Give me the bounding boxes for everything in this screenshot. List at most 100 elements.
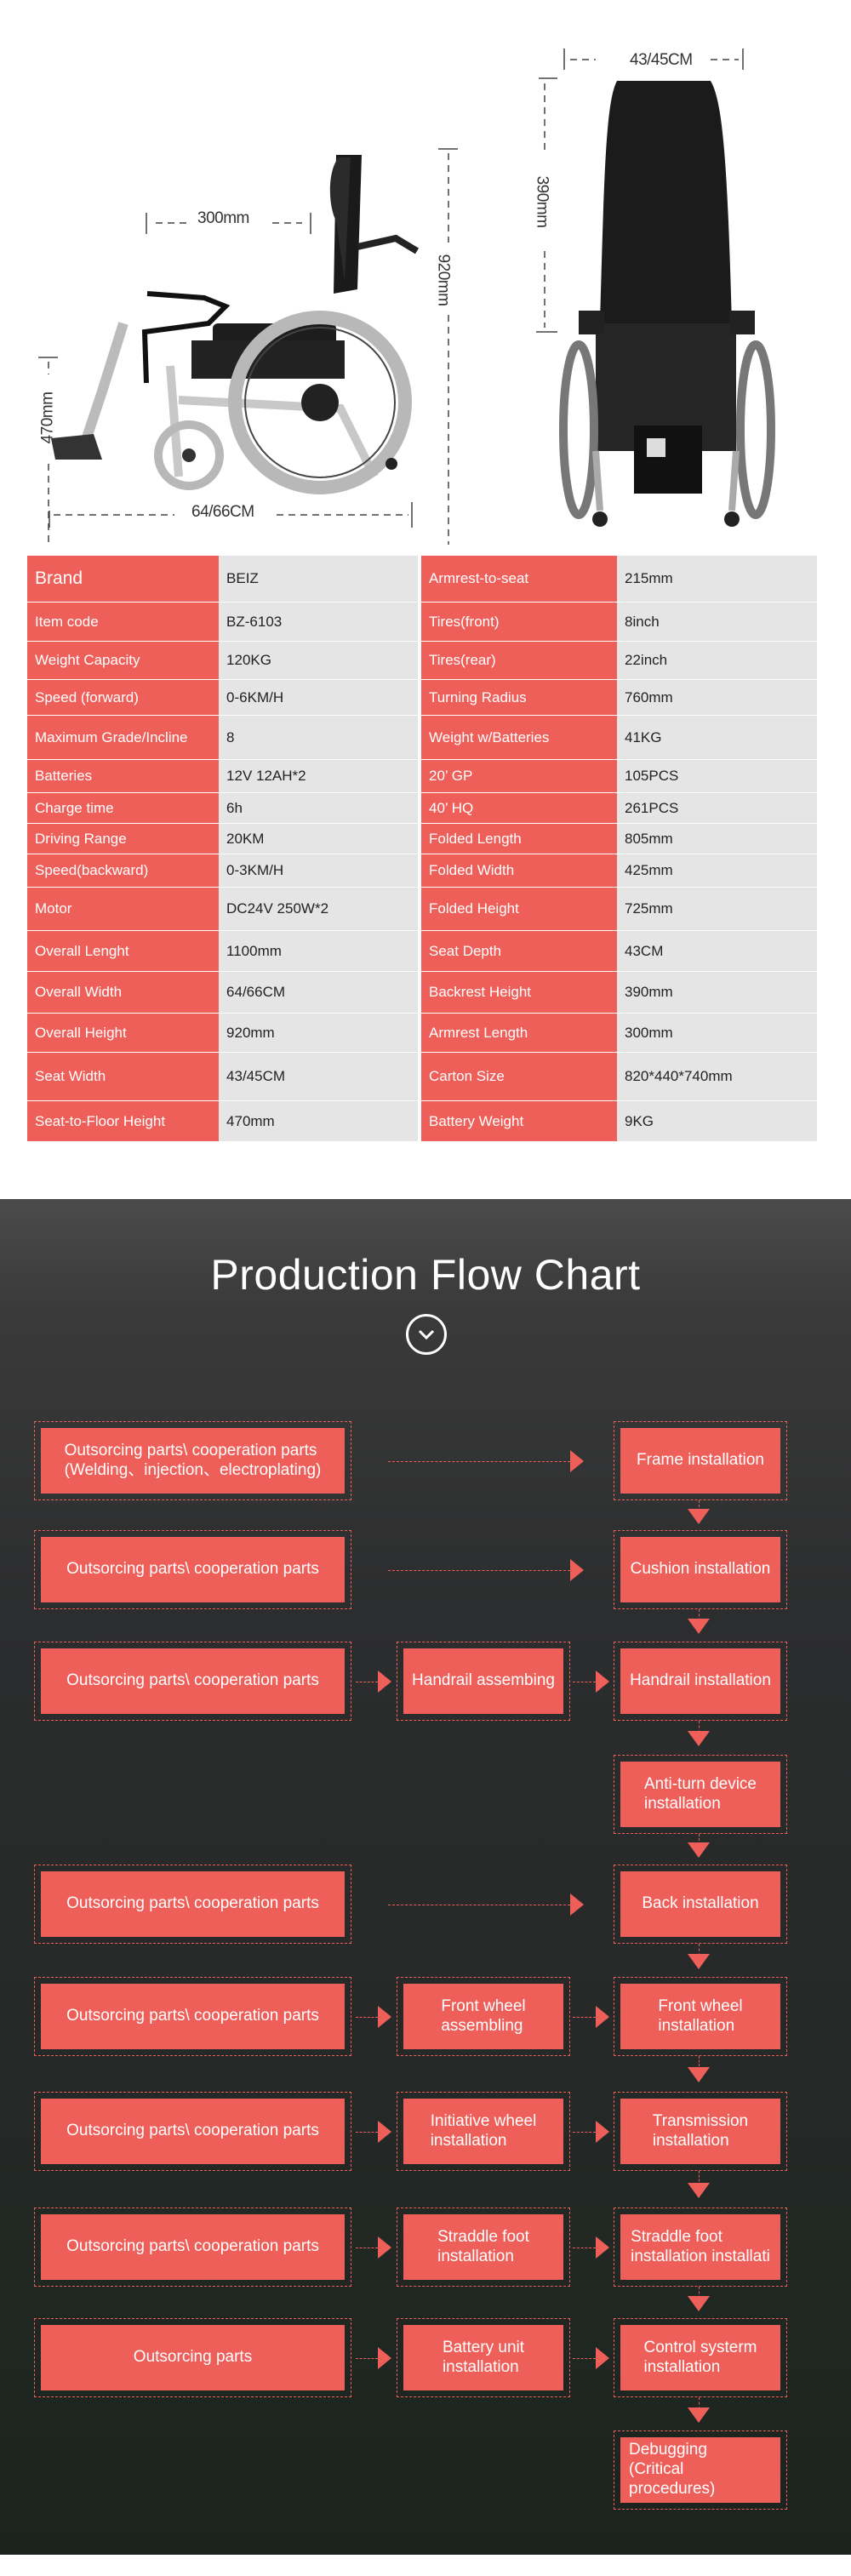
- arrow-right-icon: [378, 2346, 391, 2369]
- spec-value: 0-6KM/H: [219, 680, 419, 716]
- spec-label: Overall Lenght: [27, 931, 220, 972]
- spec-label: Charge time: [27, 793, 220, 824]
- spec-label: Batteries: [27, 760, 220, 793]
- spec-row: Seat Width 43/45CM Carton Size 820*440*740m…: [27, 1053, 817, 1101]
- spec-value: 41KG: [617, 716, 817, 760]
- outsourcing-step-box-frame: Outsorcing parts\ cooperation parts: [34, 1530, 351, 1609]
- assembly-step-box-frame: Initiative wheel installation: [397, 2092, 570, 2171]
- spec-label: Motor: [27, 888, 220, 931]
- spec-row: Item code BZ-6103 Tires(front) 8inch: [27, 603, 817, 642]
- spec-label: Item code: [27, 603, 220, 642]
- arrow-down-icon: [688, 1731, 710, 1746]
- outsourcing-step-box-frame: Outsorcing parts\ cooperation parts: [34, 2208, 351, 2287]
- arrow-right-icon: [596, 2120, 609, 2143]
- arrow-right-icon: [378, 2120, 391, 2143]
- spec-value: 470mm: [219, 1101, 419, 1142]
- spec-row: Batteries 12V 12AH*2 20’ GP 105PCS: [27, 760, 817, 793]
- spec-label: Armrest-to-seat: [421, 556, 618, 603]
- arrow-down-icon: [688, 2182, 710, 2198]
- spec-value: BEIZ: [219, 556, 419, 603]
- outsourcing-step-box-frame: Outsorcing parts: [34, 2318, 351, 2397]
- spec-row: Speed (forward) 0-6KM/H Turning Radius 760m…: [27, 680, 817, 716]
- arrow-down-icon: [688, 1842, 710, 1858]
- overall-height-label: 920mm: [434, 254, 453, 306]
- installation-step-box: Anti-turn device installation: [620, 1762, 780, 1827]
- wheelchair-dimension-diagram: [38, 49, 775, 545]
- outsourcing-step-box-frame: Outsorcing parts\ cooperation parts: [34, 1642, 351, 1721]
- spec-value: DC24V 250W*2: [219, 888, 419, 931]
- backrest-height-label: 390mm: [533, 175, 551, 228]
- arrow-down-icon: [688, 1508, 710, 1524]
- arrow-right-icon: [378, 2005, 391, 2028]
- arrow-right-icon: [596, 2346, 609, 2369]
- spec-label: Folded Length: [421, 824, 618, 854]
- spec-value: 820*440*740mm: [617, 1053, 817, 1101]
- installation-step-box: Control systerm installation: [620, 2325, 780, 2390]
- outsourcing-step-box-frame: Outsorcing parts\ cooperation parts (Wel…: [34, 1421, 351, 1500]
- seat-width-label: 43/45CM: [630, 51, 693, 69]
- armrest-length-label: 300mm: [197, 209, 249, 227]
- dashed-connector: [356, 2131, 378, 2133]
- spec-value: 9KG: [617, 1101, 817, 1142]
- installation-step-box: Frame installation: [620, 1428, 780, 1494]
- spec-label: Folded Width: [421, 854, 618, 888]
- spec-value: 0-3KM/H: [219, 854, 419, 888]
- spec-value: 20KM: [219, 824, 419, 854]
- spec-row: Overall Lenght 1100mm Seat Depth 43CM: [27, 931, 817, 972]
- spec-label: Tires(rear): [421, 642, 618, 680]
- seat-floor-height-label: 470mm: [38, 391, 57, 444]
- installation-step-box-frame: Front wheel installation: [614, 1977, 787, 2056]
- outsourcing-step-box: Outsorcing parts\ cooperation parts: [41, 1871, 345, 1937]
- side-view-wheelchair: [51, 155, 420, 494]
- arrow-down-icon: [688, 1619, 710, 1634]
- arrow-down-icon: [688, 2407, 710, 2423]
- production-flow-section: Production Flow Chart Outsorcing parts\ …: [0, 1199, 851, 2555]
- spec-label: Seat-to-Floor Height: [27, 1101, 220, 1142]
- spec-label: Armrest Length: [421, 1014, 618, 1053]
- assembly-step-box-frame: Front wheel assembling: [397, 1977, 570, 2056]
- outsourcing-step-box: Outsorcing parts\ cooperation parts (Wel…: [41, 1428, 345, 1494]
- flow-title: Production Flow Chart: [210, 1251, 641, 1299]
- spec-row: Seat-to-Floor Height 470mm Battery Weight 9…: [27, 1101, 817, 1142]
- spec-label: 40’ HQ: [421, 793, 618, 824]
- spec-label: Maximum Grade/Incline: [27, 716, 220, 760]
- spec-row: Brand BEIZ Armrest-to-seat 215mm: [27, 556, 817, 603]
- spec-row: Motor DC24V 250W*2 Folded Height 725mm: [27, 888, 817, 931]
- spec-label: Tires(front): [421, 603, 618, 642]
- spec-value: 43/45CM: [219, 1053, 419, 1101]
- spec-value: 390mm: [617, 972, 817, 1014]
- installation-step-box-frame: Straddle foot installation installati: [614, 2208, 787, 2287]
- assembly-step-box-frame: Straddle foot installation: [397, 2208, 570, 2287]
- assembly-step-box: Front wheel assembling: [403, 1984, 563, 2049]
- spec-value: 261PCS: [617, 793, 817, 824]
- installation-step-box-frame: Anti-turn device installation: [614, 1755, 787, 1834]
- arrow-down-icon: [688, 2295, 710, 2311]
- spec-row: Overall Height 920mm Armrest Length 300mm: [27, 1014, 817, 1053]
- installation-step-box: Straddle foot installation installati: [620, 2214, 780, 2280]
- arrow-right-icon: [570, 1449, 584, 1472]
- spec-value: 805mm: [617, 824, 817, 854]
- installation-step-box-frame: Debugging (Critical procedures): [614, 2430, 787, 2510]
- dashed-connector: [356, 2357, 378, 2359]
- installation-step-box: Cushion installation: [620, 1537, 780, 1602]
- installation-step-box-frame: Transmission installation: [614, 2092, 787, 2171]
- arrow-right-icon: [378, 1670, 391, 1693]
- outsourcing-step-box: Outsorcing parts\ cooperation parts: [41, 2214, 345, 2280]
- assembly-step-box: Handrail assembing: [403, 1648, 563, 1714]
- assembly-step-box: Initiative wheel installation: [403, 2099, 563, 2164]
- spec-value: 725mm: [617, 888, 817, 931]
- installation-step-box-frame: Back installation: [614, 1865, 787, 1944]
- spec-label: Seat Width: [27, 1053, 220, 1101]
- spec-value: 425mm: [617, 854, 817, 888]
- spec-value: 22inch: [617, 642, 817, 680]
- spec-value: 6h: [219, 793, 419, 824]
- outsourcing-step-box-frame: Outsorcing parts\ cooperation parts: [34, 2092, 351, 2171]
- spec-label: 20’ GP: [421, 760, 618, 793]
- spec-label: Weight w/Batteries: [421, 716, 618, 760]
- dashed-connector: [573, 2131, 596, 2133]
- chevron-down-circle-icon: [406, 1314, 447, 1355]
- spec-value: 12V 12AH*2: [219, 760, 419, 793]
- spec-row: Speed(backward) 0-3KM/H Folded Width 425mm: [27, 854, 817, 888]
- spec-label: Driving Range: [27, 824, 220, 854]
- installation-step-box: Front wheel installation: [620, 1984, 780, 2049]
